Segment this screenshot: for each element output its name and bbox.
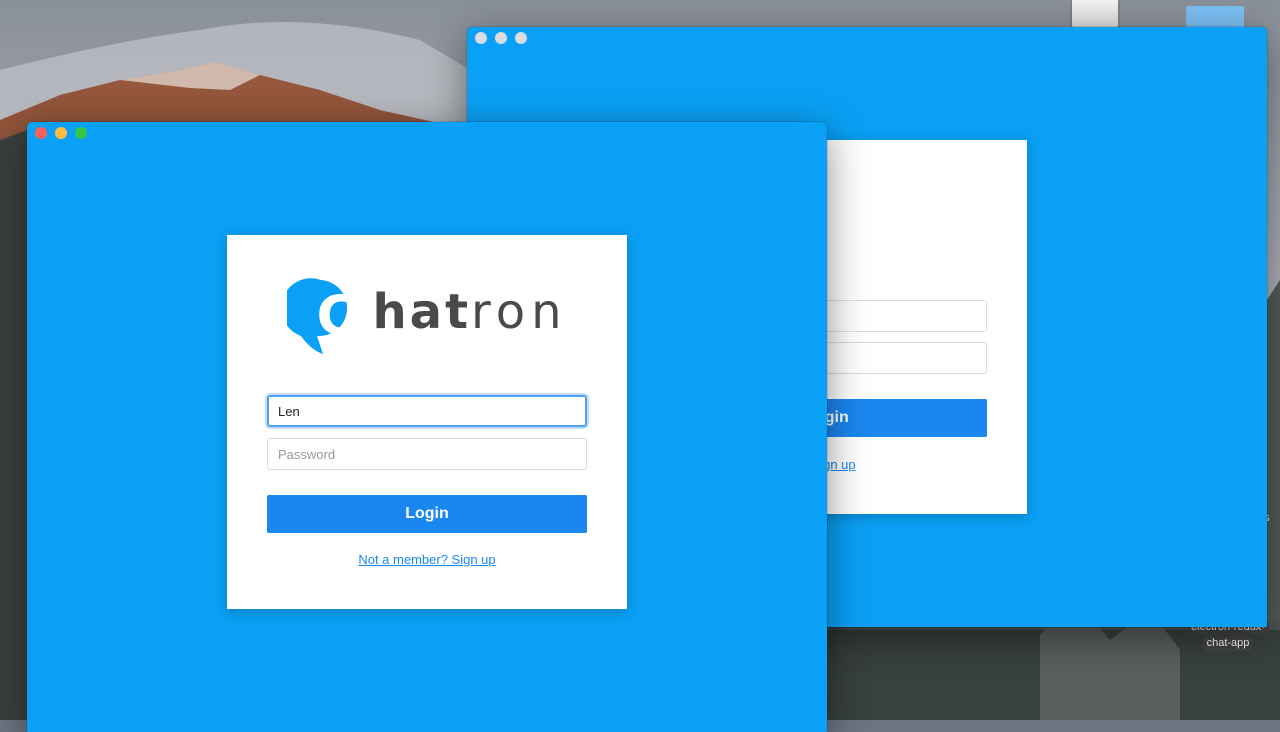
close-button[interactable] <box>475 32 487 44</box>
minimize-button[interactable] <box>55 127 67 139</box>
zoom-button[interactable] <box>515 32 527 44</box>
window-controls <box>35 127 87 139</box>
zoom-button[interactable] <box>75 127 87 139</box>
chatron-window-foreground[interactable]: C hatron Login Not a member? Sign up <box>27 122 827 732</box>
close-button[interactable] <box>35 127 47 139</box>
logo-letter-c: C <box>316 284 357 347</box>
desktop-file-icon[interactable] <box>1072 0 1118 28</box>
signup-link[interactable]: Not a member? Sign up <box>227 552 627 567</box>
login-button[interactable]: Login <box>267 495 587 533</box>
logo-light-part: ron <box>471 284 568 340</box>
chat-bubble-icon: C <box>286 274 356 362</box>
folder-label-line-2: chat-app <box>1202 636 1254 651</box>
window-controls <box>475 32 527 44</box>
password-input[interactable] <box>267 438 587 470</box>
chatron-logo: C hatron <box>227 273 627 363</box>
minimize-button[interactable] <box>495 32 507 44</box>
logo-bold-part: hat <box>372 284 472 340</box>
login-card: C hatron Login Not a member? Sign up <box>227 235 627 609</box>
logo-wordmark: hatron <box>373 268 568 356</box>
username-input[interactable] <box>267 395 587 427</box>
